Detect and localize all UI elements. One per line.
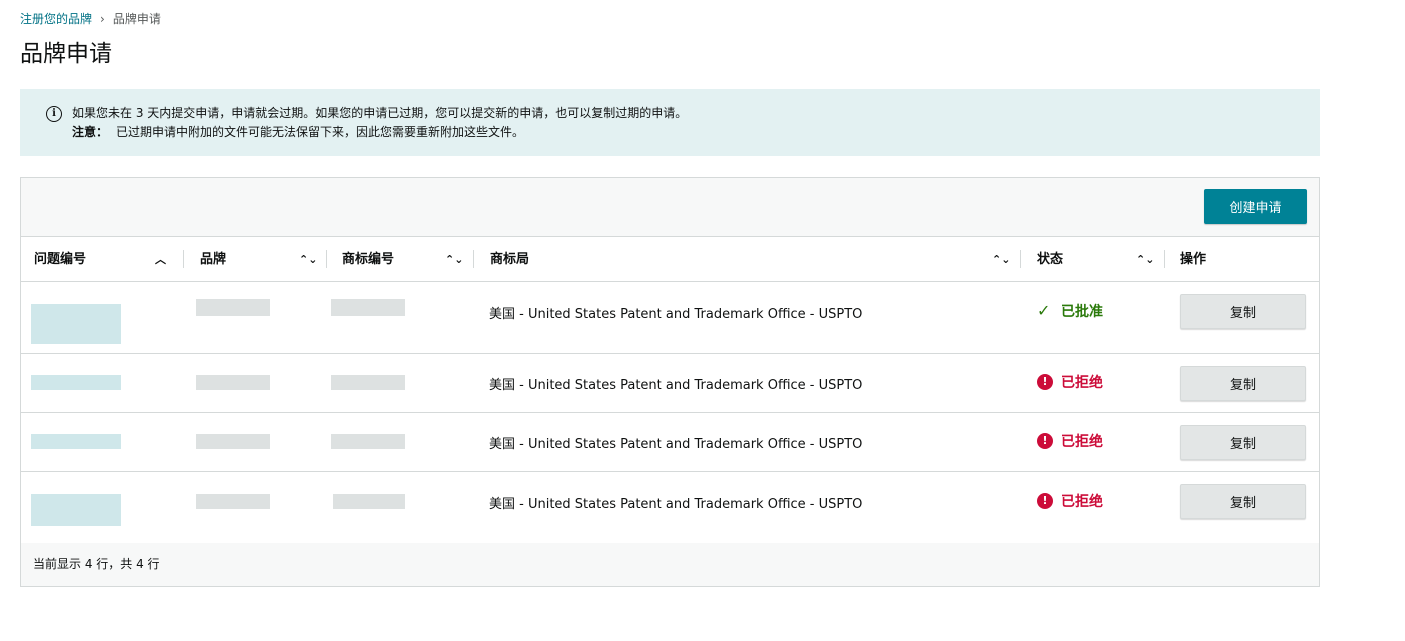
sort-updown-icon[interactable]: ⌃⌄	[1136, 237, 1154, 282]
breadcrumb: 注册您的品牌 › 品牌申请	[20, 10, 161, 27]
brand-applications-table: 创建申请 问题编号 ︿ 品牌 ⌃⌄ 商标编号 ⌃⌄ 商标局 ⌃⌄ 状态 ⌃⌄ 操…	[20, 177, 1320, 587]
copy-button[interactable]: 复制	[1180, 484, 1306, 519]
status-label: 已拒绝	[1061, 434, 1103, 450]
status-label: 已拒绝	[1061, 494, 1103, 510]
copy-button[interactable]: 复制	[1180, 366, 1306, 401]
table-row: 美国 - United States Patent and Trademark …	[21, 413, 1319, 472]
redacted-trademark-number	[331, 299, 405, 316]
chevron-right-icon: ›	[100, 11, 105, 26]
sort-updown-icon[interactable]: ⌃⌄	[992, 237, 1010, 282]
info-message: 如果您未在 3 天内提交申请，申请就会过期。如果您的申请已过期，您可以提交新的申…	[72, 106, 688, 120]
alert-icon: !	[1037, 493, 1053, 509]
redacted-trademark-number	[333, 494, 405, 509]
chevron-up-icon[interactable]: ︿	[155, 237, 166, 282]
trademark-office: 美国 - United States Patent and Trademark …	[489, 378, 863, 393]
column-divider	[473, 250, 474, 268]
table-row: 美国 - United States Patent and Trademark …	[21, 354, 1319, 413]
table-row: 美国 - United States Patent and Trademark …	[21, 472, 1319, 544]
status-badge: ! 已拒绝	[1037, 372, 1103, 392]
status-label: 已拒绝	[1061, 375, 1103, 391]
trademark-office: 美国 - United States Patent and Trademark …	[489, 497, 863, 512]
redacted-brand	[196, 375, 270, 390]
sort-updown-icon[interactable]: ⌃⌄	[299, 237, 317, 282]
status-label: 已批准	[1061, 304, 1103, 320]
redacted-case-id	[31, 434, 121, 449]
alert-icon: !	[1037, 433, 1053, 449]
table-row: 美国 - United States Patent and Trademark …	[21, 282, 1319, 354]
column-header-status[interactable]: 状态	[1037, 237, 1063, 282]
checkmark-icon: ✓	[1037, 301, 1051, 320]
row-count-summary: 当前显示 4 行，共 4 行	[33, 557, 160, 571]
redacted-trademark-number	[331, 434, 405, 449]
redacted-brand	[196, 494, 270, 509]
column-header-brand[interactable]: 品牌	[200, 237, 226, 282]
page-title: 品牌申请	[20, 41, 112, 67]
copy-button[interactable]: 复制	[1180, 425, 1306, 460]
info-note-text: 已过期申请中附加的文件可能无法保留下来，因此您需要重新附加这些文件。	[116, 125, 525, 139]
info-note: 注意： 已过期申请中附加的文件可能无法保留下来，因此您需要重新附加这些文件。	[46, 123, 1320, 142]
column-divider	[183, 250, 184, 268]
redacted-case-id	[31, 304, 121, 344]
create-application-button[interactable]: 创建申请	[1204, 189, 1307, 224]
status-badge: ! 已拒绝	[1037, 491, 1103, 511]
table-header: 问题编号 ︿ 品牌 ⌃⌄ 商标编号 ⌃⌄ 商标局 ⌃⌄ 状态 ⌃⌄ 操作	[21, 237, 1319, 282]
info-alert: i 如果您未在 3 天内提交申请，申请就会过期。如果您的申请已过期，您可以提交新…	[20, 89, 1320, 156]
column-header-trademark-number[interactable]: 商标编号	[342, 237, 394, 282]
redacted-case-id	[31, 375, 121, 390]
alert-icon: !	[1037, 374, 1053, 390]
redacted-brand	[196, 299, 270, 316]
trademark-office: 美国 - United States Patent and Trademark …	[489, 437, 863, 452]
status-badge: ! 已拒绝	[1037, 431, 1103, 451]
table-footer: 当前显示 4 行，共 4 行	[21, 543, 1319, 586]
status-badge: ✓ 已批准	[1037, 301, 1103, 321]
redacted-trademark-number	[331, 375, 405, 390]
breadcrumb-register-brand-link[interactable]: 注册您的品牌	[20, 10, 92, 27]
redacted-brand	[196, 434, 270, 449]
sort-updown-icon[interactable]: ⌃⌄	[445, 237, 463, 282]
column-divider	[326, 250, 327, 268]
info-icon: i	[46, 106, 62, 122]
info-note-label: 注意：	[72, 125, 109, 139]
column-divider	[1020, 250, 1021, 268]
table-toolbar: 创建申请	[21, 178, 1319, 237]
redacted-case-id	[31, 494, 121, 526]
breadcrumb-current: 品牌申请	[112, 12, 161, 26]
column-header-case-id[interactable]: 问题编号	[34, 237, 86, 282]
column-header-actions: 操作	[1180, 252, 1207, 267]
column-header-trademark-office[interactable]: 商标局	[490, 237, 529, 282]
copy-button[interactable]: 复制	[1180, 294, 1306, 329]
trademark-office: 美国 - United States Patent and Trademark …	[489, 307, 863, 322]
column-divider	[1164, 250, 1165, 268]
